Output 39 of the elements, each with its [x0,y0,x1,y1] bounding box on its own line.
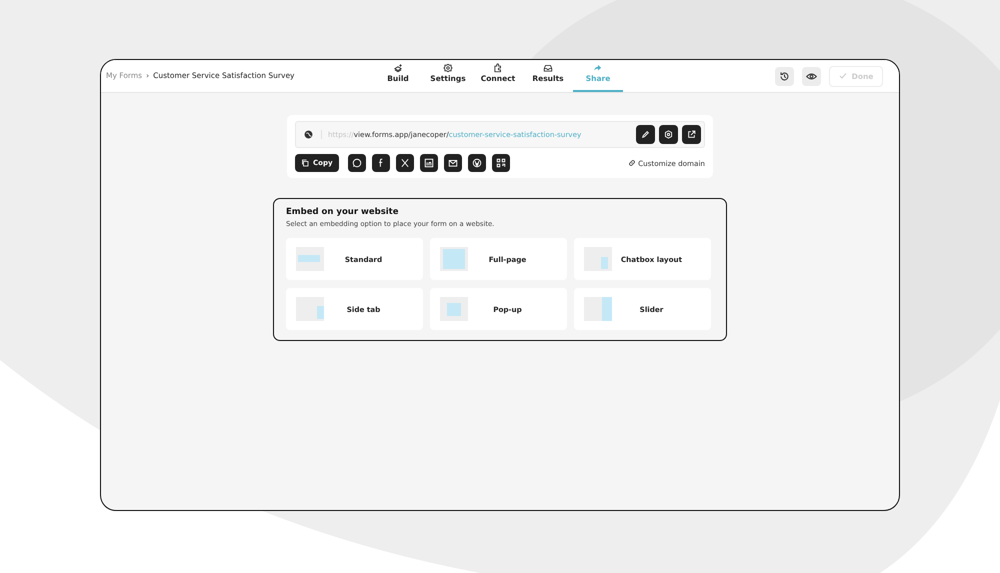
preview-button[interactable] [802,66,821,86]
linkedin-button[interactable] [420,154,438,172]
external-link-icon [687,130,696,139]
gear-icon [443,63,453,73]
wordpress-icon [472,158,482,168]
inbox-icon [543,63,553,73]
history-button[interactable] [775,66,794,86]
open-link-button[interactable] [682,125,701,144]
wordpress-button[interactable] [468,154,486,172]
puzzle-icon [493,63,503,73]
link-icon [628,159,636,167]
globe-icon [304,130,313,139]
email-button[interactable] [444,154,462,172]
qr-code-icon [496,158,506,168]
tools-icon [393,63,403,73]
chat-bubble-icon [352,158,362,168]
layout-preview-icon [296,297,324,321]
edit-url-button[interactable] [636,125,655,144]
settings-button[interactable] [659,125,678,144]
layout-preview-icon [296,247,324,271]
x-button[interactable] [396,154,414,172]
layout-preview-icon [440,297,468,321]
share-icon [593,63,603,73]
pencil-icon [641,130,650,139]
eye-icon [806,70,817,82]
history-icon [779,70,790,82]
settings-icon [664,130,673,139]
layout-preview-icon [440,247,468,271]
chat-icon-button[interactable] [348,154,366,172]
section-title: Embed on your website [286,207,400,217]
checkmark-icon [838,72,847,80]
layout-preview-icon [584,297,612,321]
copy-icon [301,159,309,167]
envelope-icon [448,158,458,168]
layout-preview-icon [584,247,612,271]
facebook-button[interactable] [372,154,390,172]
x-icon [400,158,410,168]
qr-code-button[interactable] [492,154,510,172]
linkedin-icon [424,158,434,168]
